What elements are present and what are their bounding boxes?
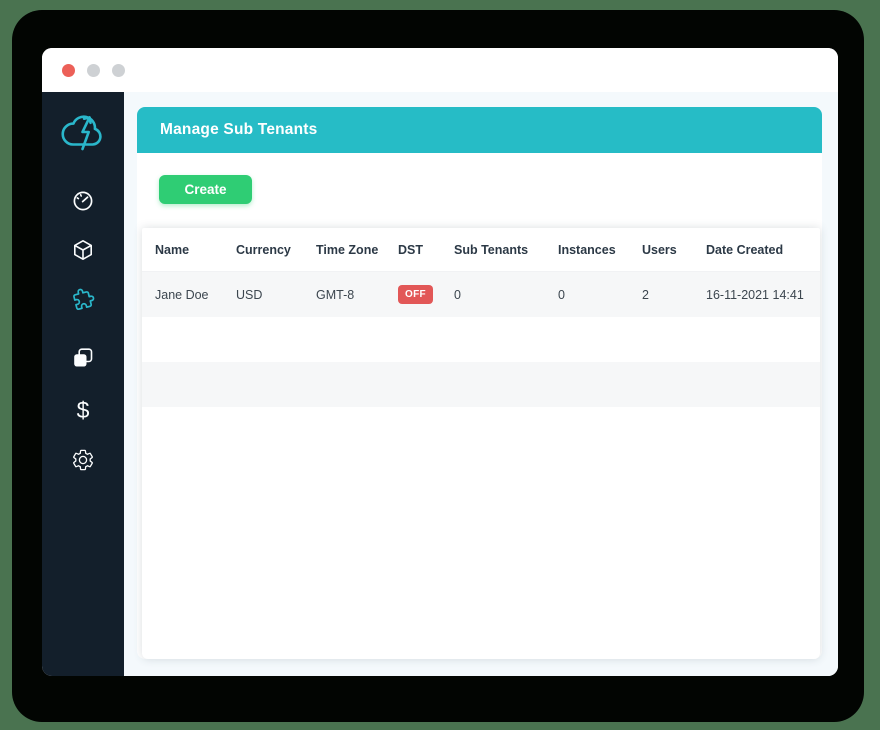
- column-header-name: Name: [155, 242, 190, 257]
- cell-time-zone: GMT-8: [316, 287, 355, 302]
- cell-name: Jane Doe: [155, 287, 209, 302]
- cell-dst: OFF: [398, 285, 454, 304]
- sidebar-item-settings[interactable]: [42, 448, 124, 472]
- maximize-button[interactable]: [112, 63, 125, 77]
- minimize-button[interactable]: [87, 63, 100, 77]
- sidebar-item-billing[interactable]: $: [42, 396, 124, 424]
- close-button[interactable]: [62, 63, 75, 77]
- sidebar-item-box[interactable]: [42, 238, 124, 262]
- panel-header: Manage Sub Tenants: [137, 107, 822, 153]
- column-header-sub-tenants: Sub Tenants: [454, 242, 529, 257]
- manage-sub-tenants-panel: Manage Sub Tenants Create Name Currency …: [137, 107, 822, 659]
- tenants-table: Name Currency Time Zone DST Sub Tenants …: [142, 228, 820, 659]
- column-header-currency: Currency: [236, 242, 291, 257]
- puzzle-icon: [71, 287, 95, 311]
- cell-instances: 0: [558, 287, 565, 302]
- cube-icon: [71, 238, 95, 262]
- table-header-row: Name Currency Time Zone DST Sub Tenants …: [142, 228, 820, 272]
- dst-off-badge: OFF: [398, 285, 433, 304]
- speedometer-icon: [71, 189, 95, 213]
- column-header-dst: DST: [398, 242, 423, 257]
- titlebar: [42, 48, 838, 92]
- skeleton-row: [142, 362, 820, 407]
- column-header-time-zone: Time Zone: [316, 242, 379, 257]
- cell-users: 2: [642, 287, 649, 302]
- column-header-date-created: Date Created: [706, 242, 784, 257]
- column-header-users: Users: [642, 242, 677, 257]
- sidebar-item-plugins[interactable]: [42, 287, 124, 311]
- main-content: Manage Sub Tenants Create Name Currency …: [124, 92, 838, 676]
- create-button[interactable]: Create: [159, 175, 252, 204]
- table-row[interactable]: Jane Doe USD GMT-8 OFF 0 0 2 16-11-2021 …: [142, 272, 820, 317]
- cloud-lightning-icon: [59, 109, 107, 157]
- sidebar-item-copies[interactable]: [42, 346, 124, 370]
- sidebar-item-dashboard[interactable]: [42, 189, 124, 213]
- sidebar: $: [42, 92, 124, 676]
- cell-currency: USD: [236, 287, 263, 302]
- column-header-instances: Instances: [558, 242, 616, 257]
- app-logo: [42, 109, 124, 157]
- page-title: Manage Sub Tenants: [160, 121, 318, 138]
- skeleton-row: [142, 407, 820, 452]
- dollar-icon: $: [76, 397, 90, 423]
- cell-date-created: 16-11-2021 14:41: [706, 287, 804, 302]
- cell-sub-tenants: 0: [454, 287, 461, 302]
- skeleton-row: [142, 317, 820, 362]
- copy-icon: [71, 346, 95, 370]
- gear-icon: [71, 448, 95, 472]
- app-window: $ Manage Sub Tenants Create Name Currenc…: [42, 48, 838, 676]
